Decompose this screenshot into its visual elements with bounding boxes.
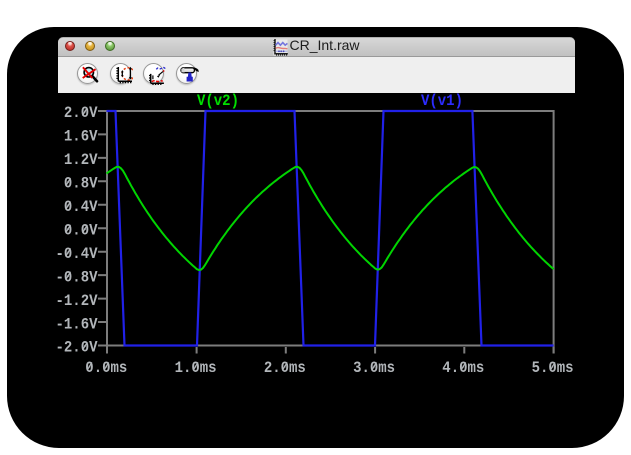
svg-text:-0.4V: -0.4V bbox=[56, 246, 98, 263]
svg-text:5.0ms: 5.0ms bbox=[532, 360, 574, 377]
svg-text:0.8V: 0.8V bbox=[64, 176, 98, 193]
svg-text:4.0ms: 4.0ms bbox=[442, 360, 484, 377]
svg-text:V(v1): V(v1) bbox=[421, 93, 463, 110]
svg-text:-1.2V: -1.2V bbox=[56, 293, 98, 310]
svg-text:1.6V: 1.6V bbox=[64, 129, 98, 146]
svg-text:0.0V: 0.0V bbox=[64, 223, 98, 240]
svg-text:1.0ms: 1.0ms bbox=[175, 360, 217, 377]
svg-text:2.0V: 2.0V bbox=[64, 106, 98, 123]
svg-text:0.4V: 0.4V bbox=[64, 199, 98, 216]
svg-text:V(v2): V(v2) bbox=[197, 93, 239, 110]
svg-text:-1.6V: -1.6V bbox=[56, 317, 98, 334]
svg-text:2.0ms: 2.0ms bbox=[264, 360, 306, 377]
svg-text:3.0ms: 3.0ms bbox=[353, 360, 395, 377]
svg-text:-2.0V: -2.0V bbox=[56, 340, 98, 357]
svg-text:-0.8V: -0.8V bbox=[56, 270, 98, 287]
svg-text:1.2V: 1.2V bbox=[64, 153, 98, 170]
